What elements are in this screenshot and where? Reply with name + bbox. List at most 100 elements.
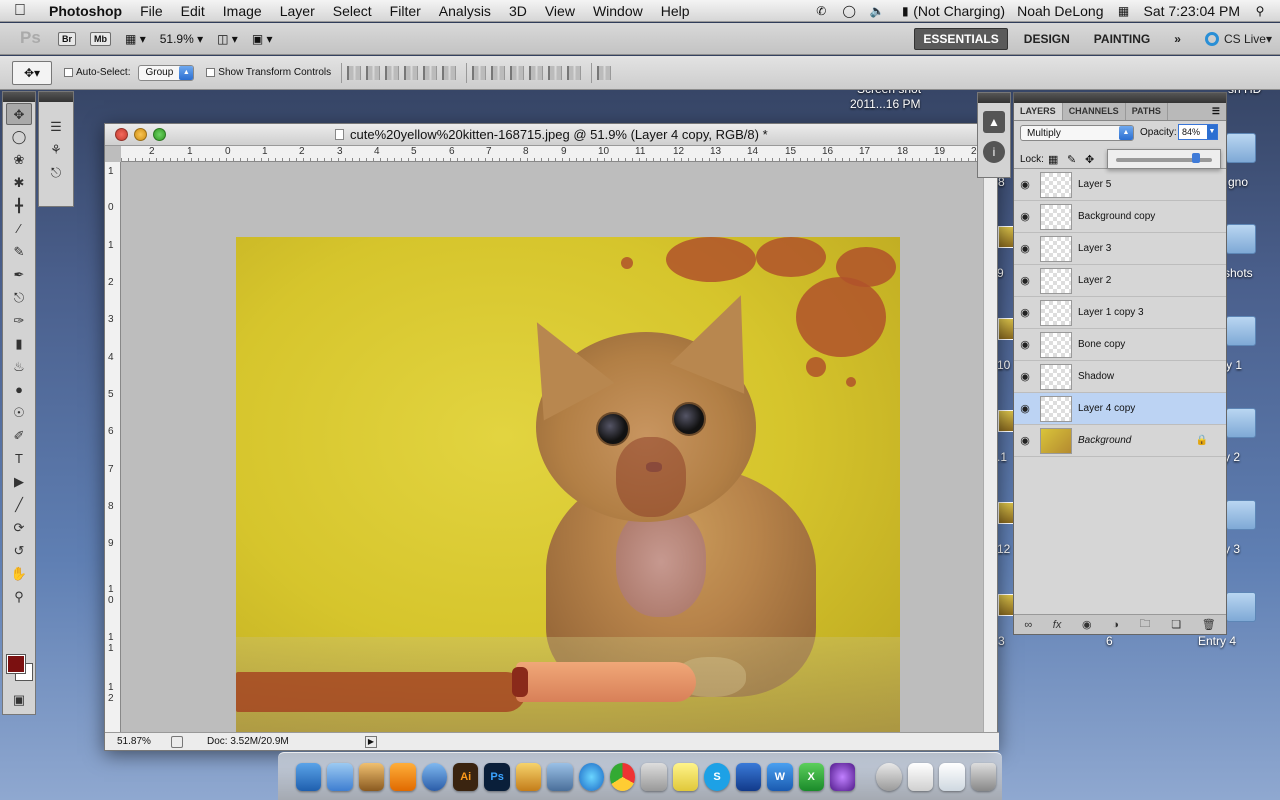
- blur-tool-icon[interactable]: ●: [6, 379, 32, 401]
- layer-visibility-eye-icon[interactable]: ◉: [1014, 370, 1036, 383]
- image-capture-icon[interactable]: [547, 762, 573, 791]
- horizontal-ruler[interactable]: 2 1 0 1 2 3 4 5 6 7 8 9 10 11 12 13 14 1…: [121, 146, 997, 162]
- layer-visibility-eye-icon[interactable]: ◉: [1014, 306, 1036, 319]
- layer-name[interactable]: Layer 1 copy 3: [1078, 307, 1144, 318]
- brush-tool-icon[interactable]: ✒: [6, 264, 32, 286]
- auto-select-target-dropdown[interactable]: Group ▲: [138, 64, 195, 81]
- skype-icon[interactable]: S: [704, 762, 730, 791]
- chrome-icon[interactable]: [610, 762, 636, 791]
- 3d-rotate-tool-icon[interactable]: ⟳: [6, 517, 32, 539]
- adjustments-icon[interactable]: ☰: [43, 116, 69, 138]
- layer-visibility-eye-icon[interactable]: ◉: [1014, 178, 1036, 191]
- itunes-star-icon[interactable]: [829, 762, 856, 791]
- menu-file[interactable]: File: [131, 3, 172, 19]
- layer-name[interactable]: Layer 3: [1078, 243, 1111, 254]
- distribute-left-icon[interactable]: [529, 65, 544, 80]
- marquee-tool-icon[interactable]: ◯: [6, 126, 32, 148]
- layer-visibility-eye-icon[interactable]: ◉: [1014, 242, 1036, 255]
- canvas-area[interactable]: [121, 162, 983, 735]
- status-menu-arrow-icon[interactable]: ▶: [365, 735, 377, 748]
- align-bottom-icon[interactable]: [385, 65, 400, 80]
- menu-select[interactable]: Select: [324, 3, 381, 19]
- layer-thumbnail[interactable]: [1040, 299, 1072, 326]
- show-transform-checkbox[interactable]: [206, 68, 216, 77]
- type-tool-icon[interactable]: T: [6, 448, 32, 470]
- layer-visibility-eye-icon[interactable]: ◉: [1014, 210, 1036, 223]
- 3d-orbit-tool-icon[interactable]: ↺: [6, 540, 32, 562]
- desktop-file-label[interactable]: 2011...16 PM: [850, 97, 921, 111]
- add-mask-icon[interactable]: ◉: [1082, 618, 1092, 631]
- layer-row[interactable]: ◉ Background 🔒: [1014, 425, 1226, 457]
- app-store-icon[interactable]: [735, 762, 762, 791]
- layer-thumbnail[interactable]: [1040, 331, 1072, 358]
- crop-tool-icon[interactable]: ╋: [6, 195, 32, 217]
- layer-thumbnail[interactable]: [1040, 427, 1072, 454]
- distribute-top-icon[interactable]: [472, 65, 487, 80]
- lock-position-icon[interactable]: ✥: [1085, 153, 1094, 166]
- folder-icon[interactable]: [1226, 592, 1256, 622]
- trash-icon[interactable]: [970, 762, 997, 791]
- desktop-file-label[interactable]: 6: [1106, 634, 1113, 648]
- menu-3d[interactable]: 3D: [500, 3, 536, 19]
- vlc-icon[interactable]: [390, 762, 416, 791]
- image-file-icon[interactable]: [998, 318, 1014, 340]
- image-file-icon[interactable]: [998, 594, 1014, 616]
- histogram-icon[interactable]: ▲: [983, 111, 1005, 133]
- puppet-icon[interactable]: ⚘: [43, 139, 69, 161]
- adjustment-layer-icon[interactable]: ◑: [1112, 619, 1119, 631]
- vertical-ruler[interactable]: 1 0 1 2 3 4 5 6 7 8 9 1 0 1 1 1 2: [105, 162, 121, 734]
- history-brush-tool-icon[interactable]: ✑: [6, 310, 32, 332]
- lock-pixels-icon[interactable]: ✎: [1067, 153, 1076, 166]
- kitten-artwork[interactable]: [236, 237, 900, 735]
- distribute-right-icon[interactable]: [567, 65, 582, 80]
- menu-analysis[interactable]: Analysis: [430, 3, 500, 19]
- layer-name[interactable]: Layer 5: [1078, 179, 1111, 190]
- desktop-file-label[interactable]: shots: [1224, 266, 1253, 280]
- layer-row[interactable]: ◉ Shadow: [1014, 361, 1226, 393]
- distribute-vertical-center-icon[interactable]: [491, 65, 506, 80]
- layer-row[interactable]: ◉ Layer 1 copy 3: [1014, 297, 1226, 329]
- iphoto-icon[interactable]: [358, 762, 385, 791]
- layer-row[interactable]: ◉ Layer 2: [1014, 265, 1226, 297]
- foreground-color-swatch[interactable]: [6, 654, 26, 674]
- workspace-design-button[interactable]: DESIGN: [1016, 29, 1078, 49]
- tab-layers[interactable]: LAYERS: [1014, 103, 1063, 120]
- opacity-input[interactable]: 84% ▼: [1178, 124, 1218, 140]
- quick-selection-tool-icon[interactable]: ✱: [6, 172, 32, 194]
- folder-icon[interactable]: [1226, 133, 1256, 163]
- launch-bridge-button[interactable]: Br: [58, 31, 77, 46]
- battery-status[interactable]: ▮ (Not Charging): [897, 3, 1005, 19]
- image-file-icon[interactable]: [998, 226, 1014, 248]
- layer-thumbnail[interactable]: [1040, 171, 1072, 198]
- menu-window[interactable]: Window: [584, 3, 652, 19]
- quicktime-icon[interactable]: [421, 762, 448, 791]
- menu-edit[interactable]: Edit: [172, 3, 214, 19]
- mail-icon[interactable]: [327, 762, 353, 791]
- align-horizontal-center-icon[interactable]: [423, 65, 438, 80]
- layer-visibility-eye-icon[interactable]: ◉: [1014, 434, 1036, 447]
- spotlight-search-icon[interactable]: ⚲: [1252, 4, 1268, 18]
- app-menu[interactable]: Photoshop: [40, 3, 131, 19]
- photoshop-icon[interactable]: Ps: [484, 762, 510, 791]
- textedit-icon[interactable]: [907, 762, 934, 791]
- vertical-scrollbar[interactable]: [983, 162, 997, 734]
- launch-minibridge-button[interactable]: Mb: [90, 31, 112, 46]
- layer-row[interactable]: ◉ Bone copy: [1014, 329, 1226, 361]
- more-workspaces-button[interactable]: »: [1166, 29, 1189, 49]
- hand-tool-icon[interactable]: ✋: [6, 563, 32, 585]
- document-size-status[interactable]: Doc: 3.52M/20.9M: [207, 736, 365, 747]
- workspace-essentials-button[interactable]: ESSENTIALS: [914, 28, 1008, 50]
- layer-name[interactable]: Layer 4 copy: [1078, 403, 1135, 414]
- layer-style-icon[interactable]: fx: [1053, 619, 1062, 631]
- align-right-icon[interactable]: [442, 65, 457, 80]
- layer-visibility-eye-icon[interactable]: ◉: [1014, 402, 1036, 415]
- folder-icon[interactable]: [1226, 408, 1256, 438]
- panel-header[interactable]: [1014, 93, 1226, 103]
- layer-thumbnail[interactable]: [1040, 363, 1072, 390]
- layer-name[interactable]: Shadow: [1078, 371, 1114, 382]
- layer-row[interactable]: ◉ Background copy: [1014, 201, 1226, 233]
- status-info-icon[interactable]: [171, 735, 183, 748]
- word-icon[interactable]: W: [767, 762, 793, 791]
- folder-icon[interactable]: [1226, 316, 1256, 346]
- utility-icon[interactable]: [876, 762, 902, 791]
